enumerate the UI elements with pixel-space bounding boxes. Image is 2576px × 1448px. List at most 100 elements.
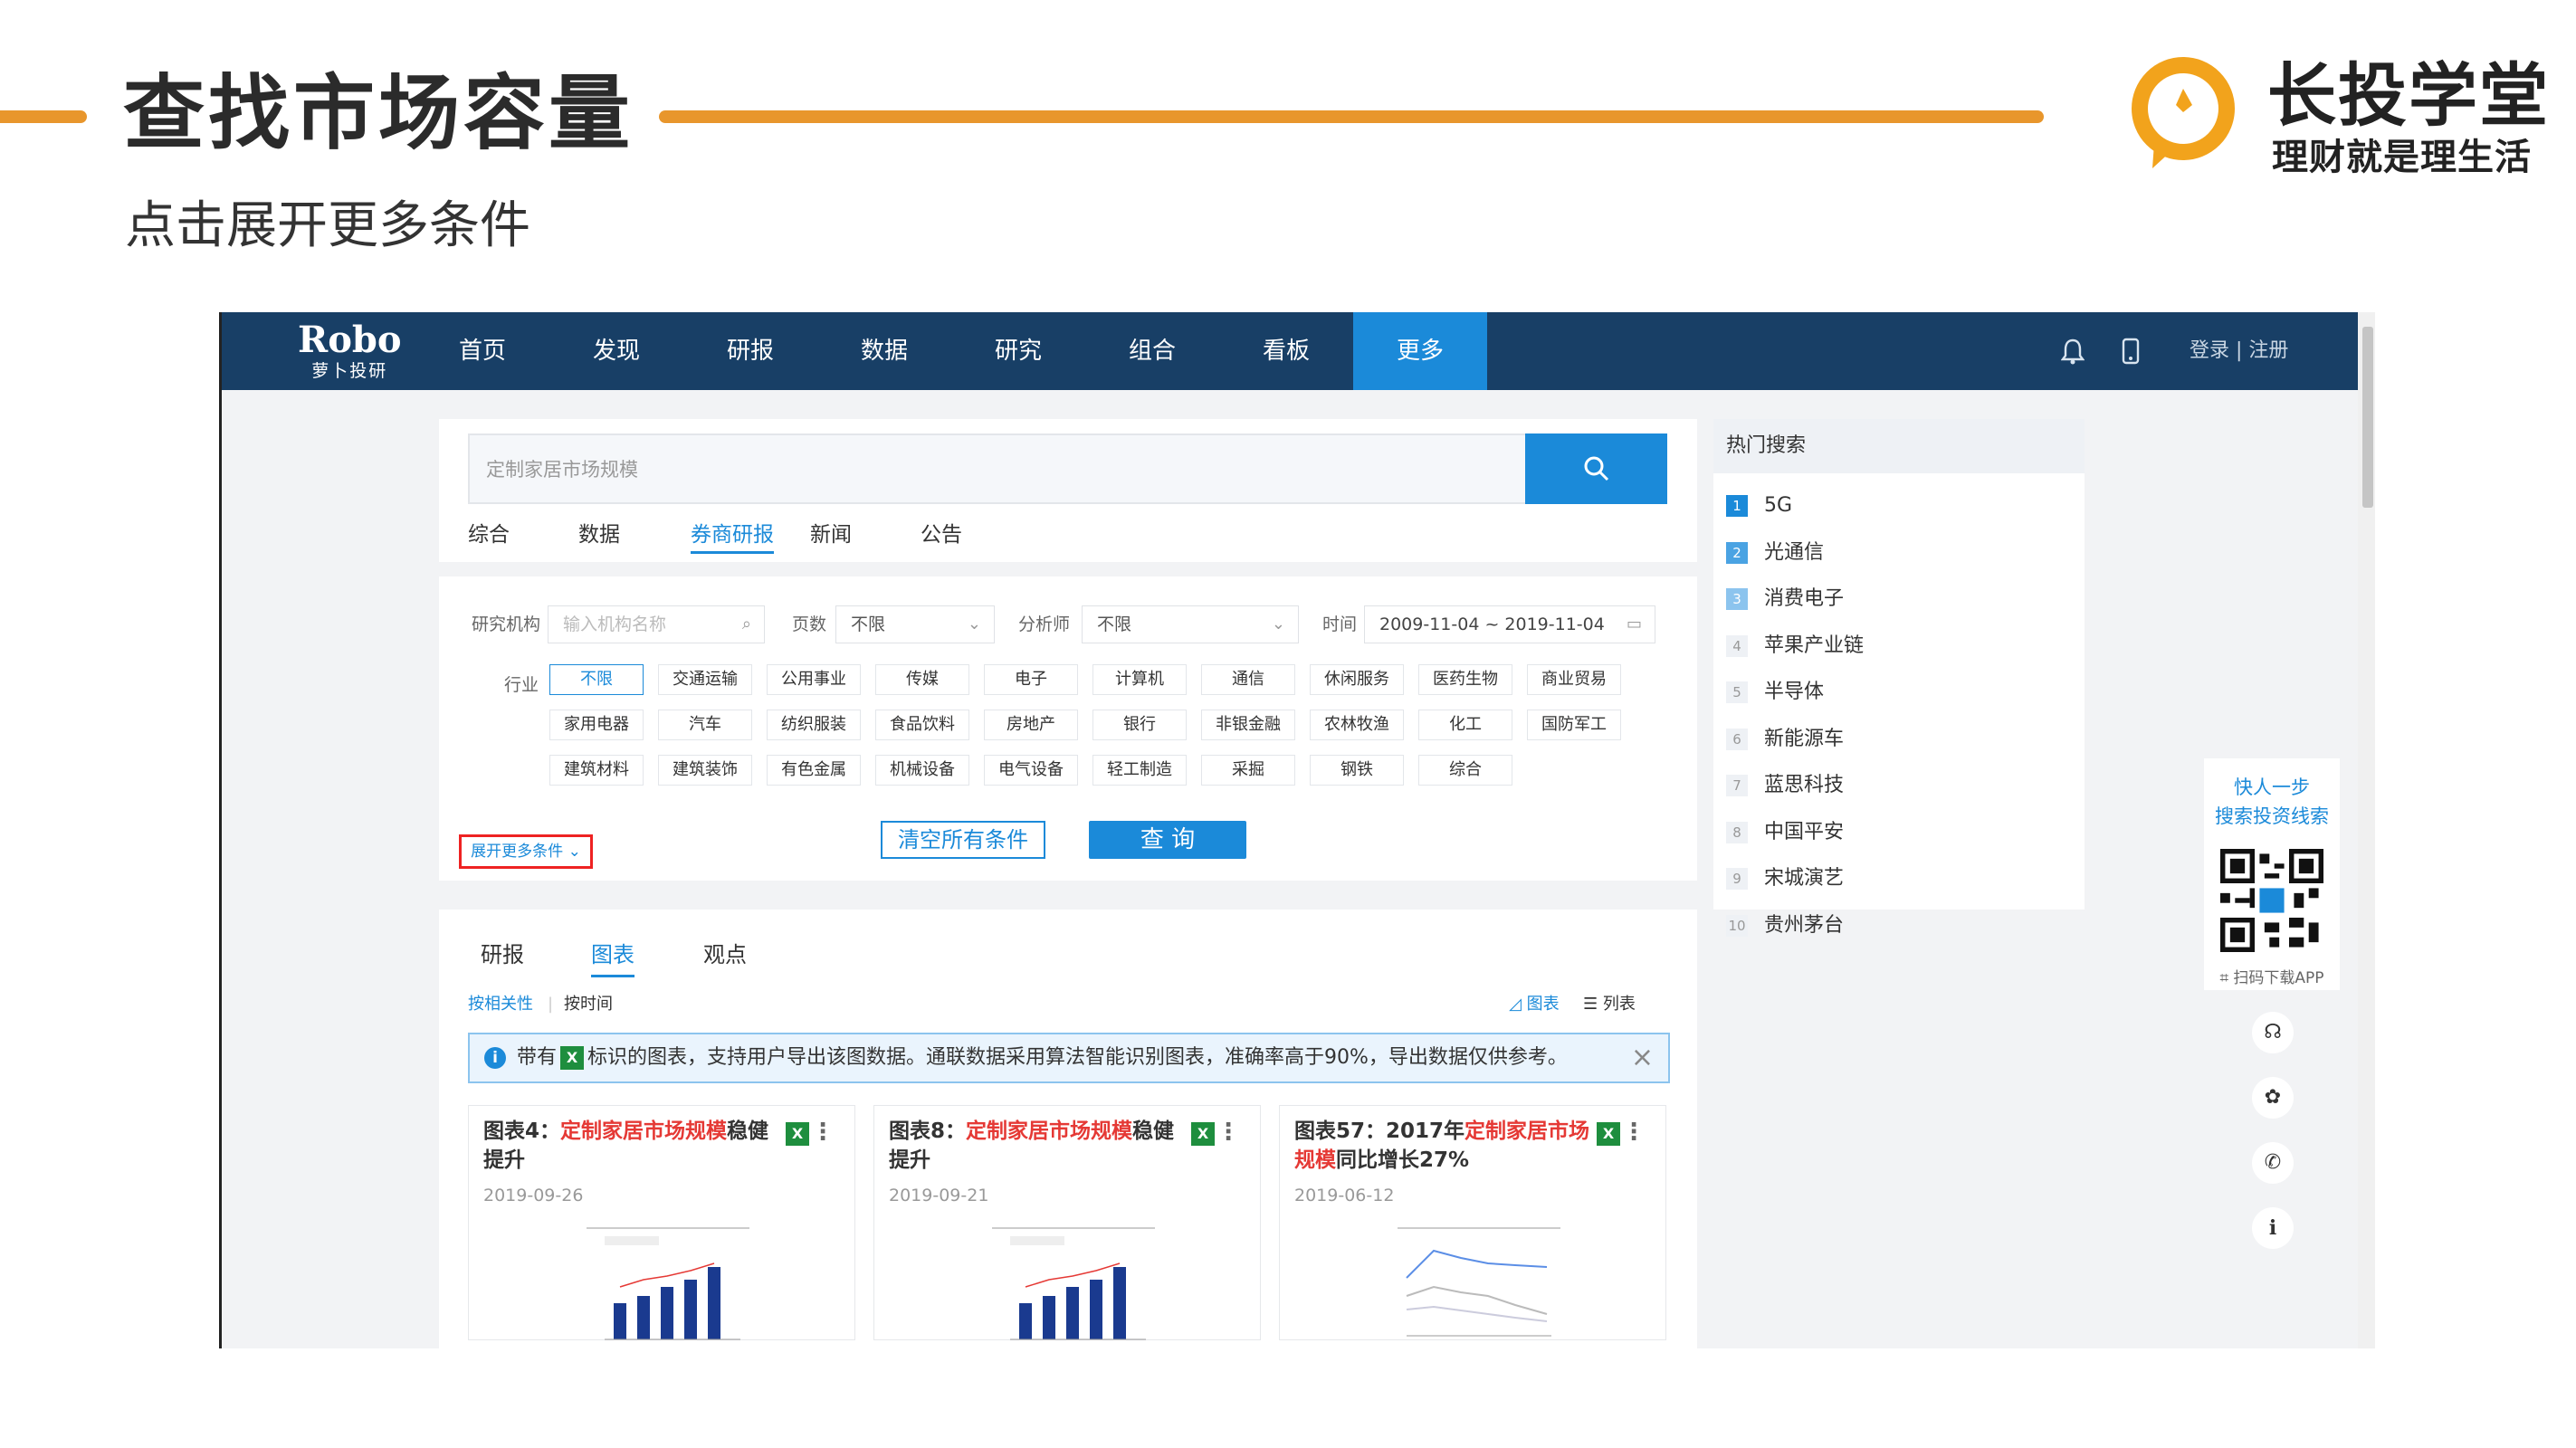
industry-tag[interactable]: 计算机 xyxy=(1092,664,1187,695)
search-input[interactable]: 定制家居市场规模 xyxy=(468,433,1529,504)
industry-tag[interactable]: 机械设备 xyxy=(875,755,969,786)
industry-tag[interactable]: 国防军工 xyxy=(1527,710,1621,740)
industry-tag[interactable]: 农林牧渔 xyxy=(1310,710,1404,740)
industry-tag[interactable]: 纺织服装 xyxy=(767,710,861,740)
nav-item-portfolio[interactable]: 组合 xyxy=(1085,312,1219,390)
industry-tag[interactable]: 传媒 xyxy=(875,664,969,695)
hot-search-item[interactable]: 6 新能源车 xyxy=(1726,723,1844,756)
hot-search-item[interactable]: 5 半导体 xyxy=(1726,676,1824,709)
industry-tag[interactable]: 房地产 xyxy=(984,710,1078,740)
industry-tag[interactable]: 通信 xyxy=(1201,664,1295,695)
excel-export-icon[interactable]: X xyxy=(1191,1122,1215,1146)
industry-tag[interactable]: 建筑装饰 xyxy=(658,755,752,786)
chart-result-card[interactable]: 图表4：定制家居市场规模稳健提升 2019-09-26 X ⋮ xyxy=(468,1105,855,1340)
industry-tag[interactable]: 非银金融 xyxy=(1201,710,1295,740)
view-list-label: 列表 xyxy=(1602,995,1636,1014)
nav-item-board[interactable]: 看板 xyxy=(1219,312,1353,390)
chart-result-card[interactable]: 图表57：2017年定制家居市场规模同比增长27% 2019-06-12 X ⋮ xyxy=(1279,1105,1666,1340)
query-button[interactable]: 查 询 xyxy=(1089,821,1246,859)
tab-data[interactable]: 数据 xyxy=(578,519,620,551)
phone-icon[interactable]: ✆ xyxy=(2252,1142,2294,1184)
bell-icon[interactable] xyxy=(2060,338,2085,370)
tab-broker-reports[interactable]: 券商研报 xyxy=(691,519,774,554)
tab-viewpoints[interactable]: 观点 xyxy=(703,935,747,975)
page-scrollbar[interactable] xyxy=(2358,312,2375,1348)
nav-item-data[interactable]: 数据 xyxy=(817,312,951,390)
hot-search-item[interactable]: 4 苹果产业链 xyxy=(1726,630,1864,662)
industry-tag[interactable]: 电气设备 xyxy=(984,755,1078,786)
hot-rank: 10 xyxy=(1726,914,1748,937)
view-chart-label: 图表 xyxy=(1526,995,1560,1014)
tab-reports[interactable]: 研报 xyxy=(481,935,524,975)
chart-card-title[interactable]: 图表8：定制家居市场规模稳健提升 xyxy=(889,1117,1188,1175)
more-menu-icon[interactable]: ⋮ xyxy=(1622,1119,1646,1146)
info-icon[interactable]: i xyxy=(2252,1207,2294,1249)
scrollbar-thumb[interactable] xyxy=(2362,327,2373,508)
industry-tag[interactable]: 汽车 xyxy=(658,710,752,740)
title-highlight: 定制家居市场规模 xyxy=(560,1119,728,1143)
chart-card-title[interactable]: 图表57：2017年定制家居市场规模同比增长27% xyxy=(1294,1117,1593,1175)
more-menu-icon[interactable]: ⋮ xyxy=(1216,1119,1240,1146)
wechat-icon[interactable]: ✿ xyxy=(2252,1077,2294,1119)
industry-tag[interactable]: 医药生物 xyxy=(1418,664,1512,695)
more-menu-icon[interactable]: ⋮ xyxy=(811,1119,835,1146)
industry-tag[interactable]: 银行 xyxy=(1092,710,1187,740)
chart-result-card[interactable]: 图表8：定制家居市场规模稳健提升 2019-09-21 X ⋮ xyxy=(873,1105,1261,1340)
industry-tag[interactable]: 综合 xyxy=(1418,755,1512,786)
close-icon[interactable]: × xyxy=(1631,1034,1654,1081)
industry-tag[interactable]: 化工 xyxy=(1418,710,1512,740)
search-icon: ⌕ xyxy=(741,614,751,634)
industry-tag[interactable]: 轻工制造 xyxy=(1092,755,1187,786)
industry-tag[interactable]: 公用事业 xyxy=(767,664,861,695)
title-prefix: 图表57：2017年 xyxy=(1294,1119,1465,1143)
hot-search-item[interactable]: 3 消费电子 xyxy=(1726,583,1844,615)
industry-tag[interactable]: 电子 xyxy=(984,664,1078,695)
org-search-input[interactable]: 输入机构名称 ⌕ xyxy=(548,605,765,643)
tab-announcements[interactable]: 公告 xyxy=(921,519,962,551)
industry-tag[interactable]: 采掘 xyxy=(1201,755,1295,786)
view-list-toggle[interactable]: ☰ 列表 xyxy=(1583,991,1636,1018)
login-register-link[interactable]: 登录 | 注册 xyxy=(2190,312,2288,390)
nav-item-home[interactable]: 首页 xyxy=(415,312,549,390)
tab-general[interactable]: 综合 xyxy=(468,519,510,551)
hot-search-item[interactable]: 7 蓝思科技 xyxy=(1726,769,1844,802)
mobile-icon[interactable] xyxy=(2121,338,2141,370)
industry-tag[interactable]: 交通运输 xyxy=(658,664,752,695)
pages-select[interactable]: 不限 ⌄ xyxy=(835,605,995,643)
date-range-input[interactable]: 2009-11-04 ~ 2019-11-04 ▭ xyxy=(1364,605,1655,643)
robo-logo[interactable]: Robo 萝卜投研 xyxy=(298,319,402,382)
industry-tag[interactable]: 家用电器 xyxy=(549,710,644,740)
hot-search-item[interactable]: 2 光通信 xyxy=(1726,537,1824,569)
analyst-select[interactable]: 不限 ⌄ xyxy=(1082,605,1299,643)
view-chart-toggle[interactable]: ◿ 图表 xyxy=(1509,991,1560,1018)
nav-item-research[interactable]: 研究 xyxy=(951,312,1085,390)
sort-time[interactable]: 按时间 xyxy=(564,991,613,1018)
expand-more-conditions-link[interactable]: 展开更多条件 ⌄ xyxy=(459,834,593,869)
nav-item-more[interactable]: 更多 xyxy=(1353,312,1487,390)
hot-search-item[interactable]: 10 贵州茅台 xyxy=(1726,910,1844,942)
search-button[interactable] xyxy=(1525,433,1667,504)
industry-tag[interactable]: 商业贸易 xyxy=(1527,664,1621,695)
industry-tag[interactable]: 食品饮料 xyxy=(875,710,969,740)
org-label: 研究机构 xyxy=(472,614,541,634)
clear-conditions-button[interactable]: 清空所有条件 xyxy=(881,821,1045,859)
nav-item-discover[interactable]: 发现 xyxy=(549,312,683,390)
promo-line1: 快人一步 xyxy=(2234,776,2310,798)
excel-export-icon[interactable]: X xyxy=(1597,1122,1620,1146)
industry-tag[interactable]: 有色金属 xyxy=(767,755,861,786)
nav-item-reports[interactable]: 研报 xyxy=(683,312,817,390)
industry-tag[interactable]: 休闲服务 xyxy=(1310,664,1404,695)
excel-export-icon[interactable]: X xyxy=(786,1122,809,1146)
hot-search-item[interactable]: 8 中国平安 xyxy=(1726,816,1844,849)
chart-card-title[interactable]: 图表4：定制家居市场规模稳健提升 xyxy=(483,1117,782,1175)
industry-tag[interactable]: 不限 xyxy=(549,664,644,695)
industry-tag[interactable]: 建筑材料 xyxy=(549,755,644,786)
sort-relevance[interactable]: 按相关性 xyxy=(468,991,533,1018)
industry-tag[interactable]: 钢铁 xyxy=(1310,755,1404,786)
hot-name: 蓝思科技 xyxy=(1764,774,1845,796)
feedback-icon[interactable]: ☊ xyxy=(2252,1012,2294,1053)
hot-search-item[interactable]: 1 5G xyxy=(1726,490,1792,522)
hot-search-item[interactable]: 9 宋城演艺 xyxy=(1726,862,1844,895)
tab-news[interactable]: 新闻 xyxy=(810,519,852,551)
tab-charts[interactable]: 图表 xyxy=(591,935,634,977)
